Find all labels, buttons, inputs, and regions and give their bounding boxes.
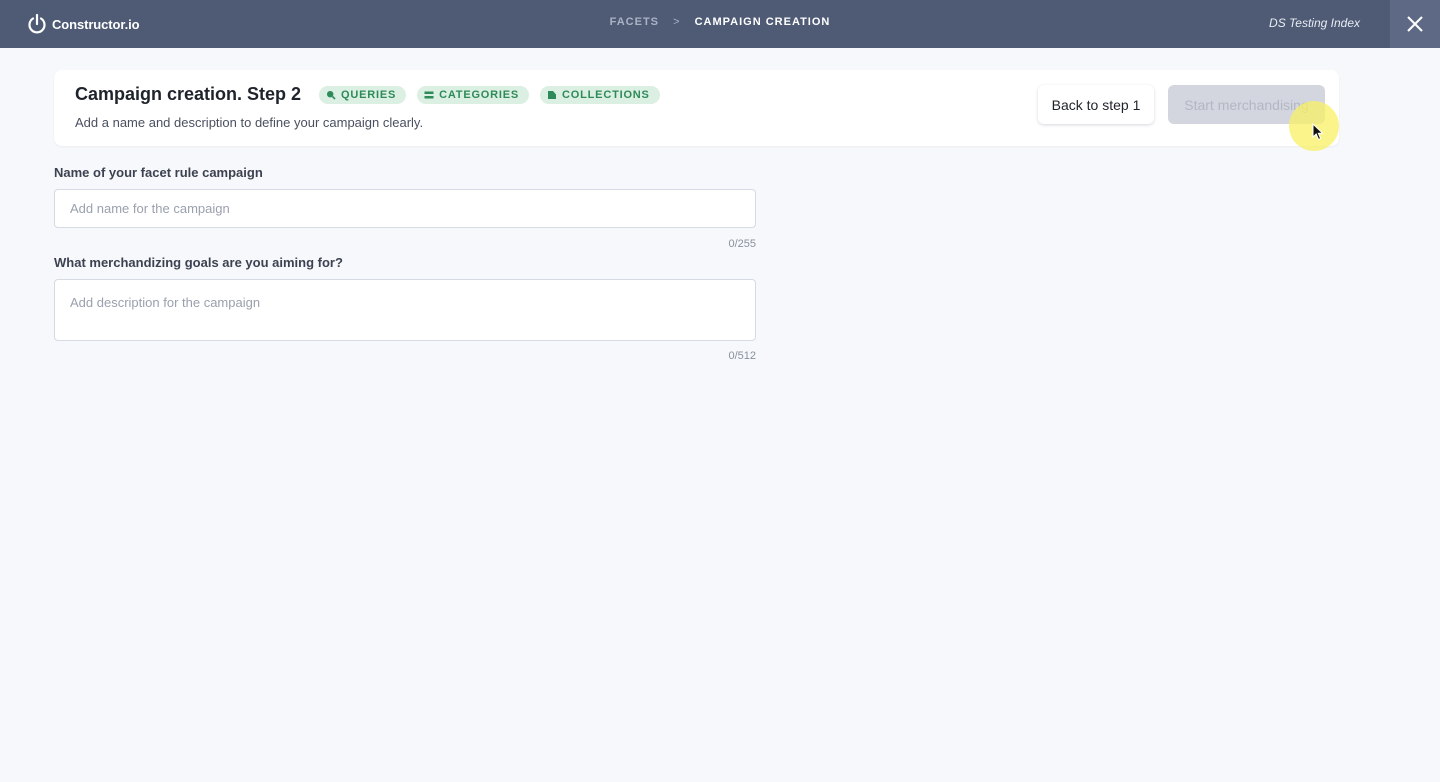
campaign-name-field[interactable] [54, 189, 756, 228]
tag-label: CATEGORIES [439, 89, 520, 101]
campaign-type-tags: QUERIES CATEGORIES COLLECTIONS [319, 86, 660, 104]
campaign-description-field[interactable] [54, 279, 756, 341]
search-icon [327, 91, 336, 100]
campaign-name-input[interactable] [55, 190, 755, 227]
tag-collections: COLLECTIONS [540, 86, 660, 104]
tag-queries: QUERIES [319, 86, 407, 104]
tag-label: QUERIES [341, 89, 397, 101]
page-subtitle: Add a name and description to define you… [75, 115, 424, 130]
campaign-name-counter: 0/255 [728, 238, 756, 250]
campaign-description-counter: 0/512 [728, 350, 756, 362]
list-icon [424, 91, 434, 99]
step-header-card: Campaign creation. Step 2 QUERIES CATEGO… [54, 70, 1339, 146]
mouse-cursor-icon [1312, 123, 1324, 141]
top-bar: Constructor.io FACETS > CAMPAIGN CREATIO… [0, 0, 1440, 48]
tag-categories: CATEGORIES [417, 86, 530, 104]
close-button[interactable] [1390, 0, 1440, 48]
page-title: Campaign creation. Step 2 [75, 84, 302, 104]
campaign-goals-label: What merchandizing goals are you aiming … [54, 255, 343, 270]
close-icon [1407, 16, 1423, 32]
breadcrumb: FACETS > CAMPAIGN CREATION [0, 16, 1440, 28]
breadcrumb-separator-icon: > [673, 16, 681, 28]
breadcrumb-item-campaign-creation: CAMPAIGN CREATION [694, 16, 831, 28]
campaign-description-input[interactable] [55, 280, 755, 340]
index-name: DS Testing Index [1269, 16, 1360, 30]
collection-icon [548, 91, 557, 99]
campaign-name-label: Name of your facet rule campaign [54, 165, 263, 180]
breadcrumb-item-facets[interactable]: FACETS [610, 16, 659, 28]
tag-label: COLLECTIONS [562, 89, 650, 101]
back-to-step-1-button[interactable]: Back to step 1 [1038, 85, 1154, 124]
